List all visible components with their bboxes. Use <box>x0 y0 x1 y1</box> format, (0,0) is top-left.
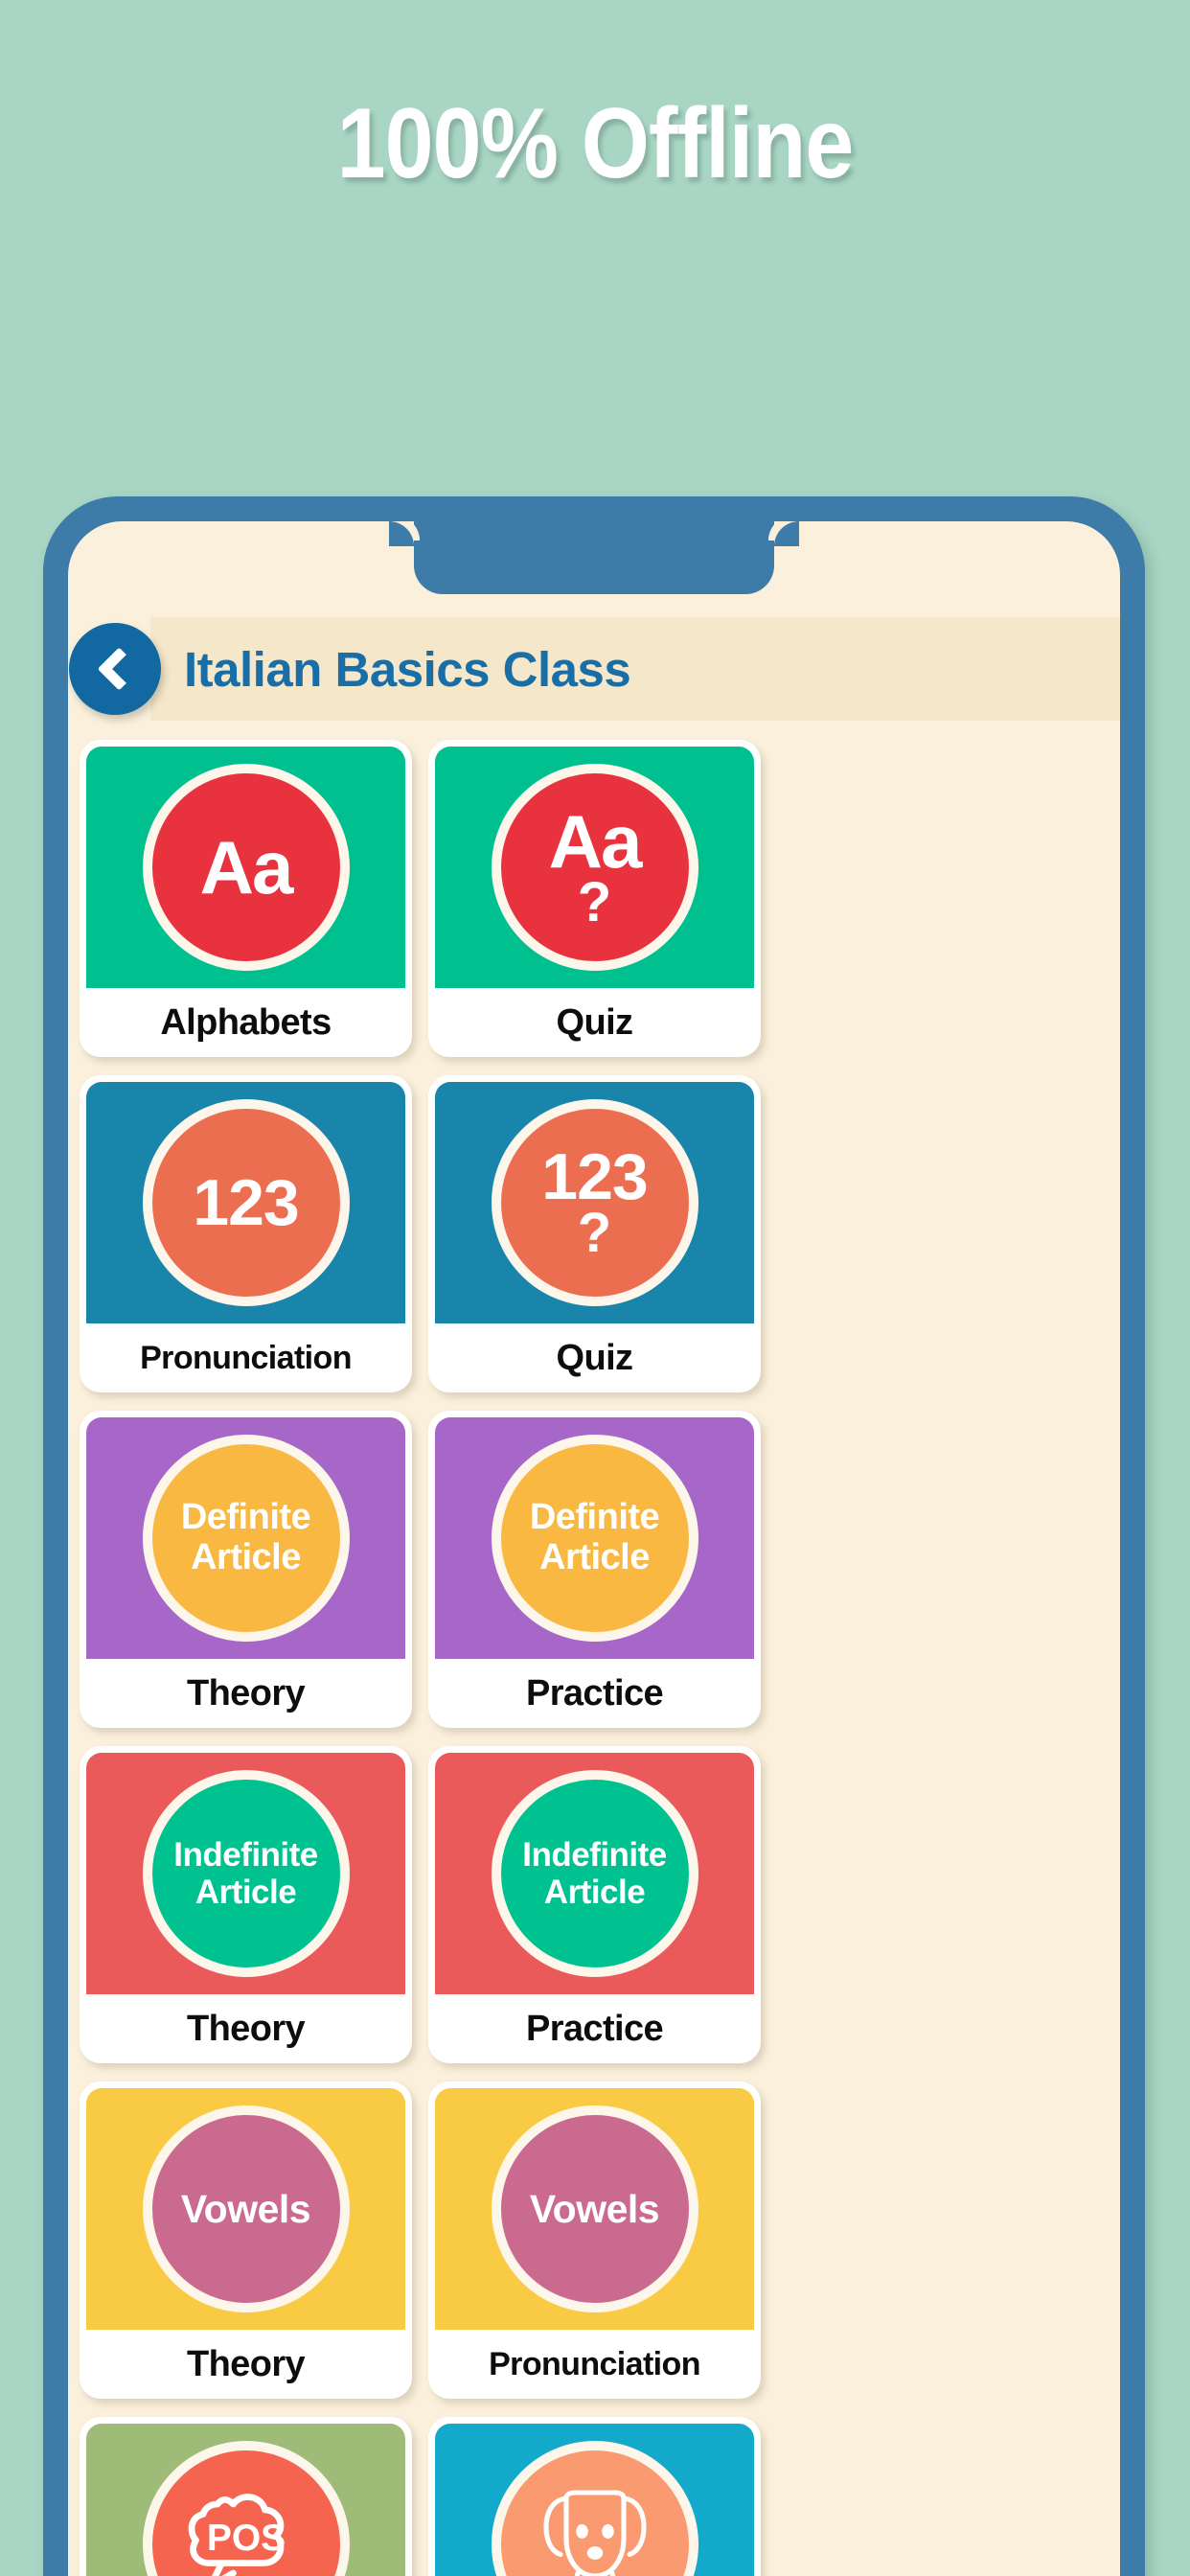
lesson-tile-badge: Aa <box>142 764 350 971</box>
lesson-tile-badge-text: Article <box>539 1537 650 1577</box>
lesson-tile-badge-text: Aa <box>548 799 643 884</box>
speech-bubble-pos-icon: POS <box>188 2494 286 2576</box>
lesson-tile-badge: Definite Article <box>491 1435 698 1642</box>
lesson-tile-grid: Aa Alphabets Aa? Quiz 123 Pronunciation 123? Qu… <box>68 740 1120 2576</box>
lesson-tile-badge: POS <box>142 2441 350 2576</box>
lesson-tile-art: Vowels <box>435 2088 754 2330</box>
lesson-tile-label: Theory <box>186 1672 306 1714</box>
lesson-tile-badge-text: Indefinite <box>522 1835 667 1874</box>
lesson-tile[interactable]: Indefinite Article Practice <box>428 1746 761 2063</box>
lesson-tile[interactable]: Definite Article Practice <box>428 1411 761 1728</box>
lesson-tile[interactable]: 123? Quiz <box>428 1075 761 1392</box>
lesson-tile-art: 123 <box>86 1082 405 1323</box>
page-header-title: Italian Basics Class <box>184 641 631 697</box>
lesson-tile-label: Pronunciation <box>489 2345 700 2382</box>
lesson-tile-badge: Definite Article <box>142 1435 350 1642</box>
dog-head-icon <box>542 2490 647 2576</box>
lesson-tile-badge: Indefinite Article <box>491 1770 698 1977</box>
lesson-tile-badge: 123? <box>491 1099 698 1306</box>
lesson-tile-label: Quiz <box>556 1337 634 1378</box>
lesson-tile-art: Indefinite Article <box>86 1753 405 1994</box>
lesson-tile-label: Theory <box>186 2008 306 2049</box>
lesson-tile-art: POS <box>86 2424 405 2576</box>
svg-text:POS: POS <box>206 2518 285 2559</box>
lesson-tile-label: Quiz <box>556 1001 634 1043</box>
lesson-tile-badge-text: Indefinite <box>173 1835 318 1874</box>
lesson-tile-badge: Indefinite Article <box>142 1770 350 1977</box>
lesson-tile-badge <box>491 2441 698 2576</box>
lesson-tile-art: Vowels <box>86 2088 405 2330</box>
lesson-tile[interactable]: Aa? Quiz <box>428 740 761 1057</box>
lesson-tile-badge-text: Article <box>191 1537 301 1577</box>
lesson-tile-art: Indefinite Article <box>435 1753 754 1994</box>
lesson-tile-badge-text: 123 <box>541 1140 648 1213</box>
lesson-tile-art: Definite Article <box>435 1417 754 1659</box>
lesson-tile-label: Practice <box>525 2008 664 2049</box>
lesson-tile[interactable]: Vowels Pronunciation <box>428 2082 761 2399</box>
lesson-tile-badge-text: Vowels <box>529 2186 660 2231</box>
lesson-tile-badge-text: Article <box>543 1874 646 1911</box>
lesson-tile-art: Definite Article <box>86 1417 405 1659</box>
lesson-tile-art <box>435 2424 754 2576</box>
lesson-tile-label: Theory <box>186 2343 306 2384</box>
lesson-tile[interactable]: Aa Alphabets <box>80 740 412 1057</box>
lesson-tile[interactable]: POSParts of Speech <box>80 2417 412 2576</box>
lesson-tile-label: Alphabets <box>160 1001 332 1043</box>
lesson-tile-badge-question-mark: ? <box>577 871 612 933</box>
lesson-tile-badge-text: Article <box>195 1874 297 1911</box>
phone-screen: Italian Basics Class Aa Alphabets Aa? Quiz 1… <box>68 521 1120 2576</box>
lesson-tile[interactable]: Definite Article Theory <box>80 1411 412 1728</box>
chevron-left-icon <box>97 647 141 691</box>
lesson-tile-art: 123? <box>435 1082 754 1323</box>
lesson-tile-badge-text: Definite <box>529 1497 660 1538</box>
lesson-tile[interactable]: Indefinite Article Theory <box>80 1746 412 2063</box>
phone-mockup: Italian Basics Class Aa Alphabets Aa? Quiz 1… <box>43 496 1145 2576</box>
lesson-tile-badge-text: Aa <box>199 825 294 909</box>
lesson-tile-label: Practice <box>525 1672 664 1714</box>
lesson-tile-badge: 123 <box>142 1099 350 1306</box>
lesson-tile-badge-text: Vowels <box>180 2186 311 2231</box>
back-button[interactable] <box>69 623 161 715</box>
lesson-tile-badge-text: Definite <box>180 1497 311 1538</box>
lesson-tile[interactable]: 123 Pronunciation <box>80 1075 412 1392</box>
lesson-tile-badge: Aa? <box>491 764 698 971</box>
lesson-tile-badge-question-mark: ? <box>577 1202 612 1264</box>
lesson-tile-badge: Vowels <box>491 2105 698 2312</box>
lesson-tile-art: Aa? <box>435 747 754 988</box>
lesson-tile[interactable]: Vowels Theory <box>80 2082 412 2399</box>
phone-notch <box>389 521 799 594</box>
app-header: Italian Basics Class <box>68 617 1120 721</box>
lesson-tile-art: Aa <box>86 747 405 988</box>
lesson-tile-badge: Vowels <box>142 2105 350 2312</box>
page-title: 100% Offline <box>336 88 855 199</box>
lesson-tile[interactable]: Animals <box>428 2417 761 2576</box>
lesson-tile-label: Pronunciation <box>140 1339 352 1376</box>
lesson-tile-badge-text: 123 <box>193 1166 299 1239</box>
